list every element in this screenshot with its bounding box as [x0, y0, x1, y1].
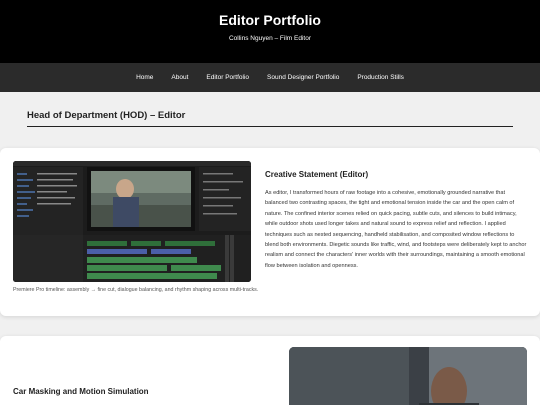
premiere-timeline-screenshot[interactable] [13, 161, 251, 282]
heading-divider [27, 126, 513, 127]
section-heading-wrap: Head of Department (HOD) – Editor [27, 110, 513, 127]
nav-editor-portfolio[interactable]: Editor Portfolio [197, 63, 258, 92]
section-heading: Head of Department (HOD) – Editor [27, 110, 186, 121]
creative-statement-title: Creative Statement (Editor) [265, 170, 369, 179]
site-header: Editor Portfolio Collins Nguyen – Film E… [0, 0, 540, 63]
site-title: Editor Portfolio [219, 12, 321, 28]
nav-home[interactable]: Home [127, 63, 162, 92]
car-masking-title: Car Masking and Motion Simulation [13, 387, 149, 396]
nav-sound-designer-portfolio[interactable]: Sound Designer Portfolio [258, 63, 348, 92]
car-interior-photo[interactable] [289, 347, 527, 405]
main-nav: Home About Editor Portfolio Sound Design… [0, 63, 540, 92]
creative-statement-body: As editor, I transformed hours of raw fo… [265, 190, 527, 269]
premiere-timeline-image [13, 161, 251, 282]
site-subtitle: Collins Nguyen – Film Editor [228, 35, 311, 42]
nav-about[interactable]: About [162, 63, 197, 92]
nav-production-stills[interactable]: Production Stills [348, 63, 413, 92]
creative-statement-card: Premiere Pro timeline: assembly → fine c… [0, 148, 540, 316]
timeline-caption: Premiere Pro timeline: assembly → fine c… [13, 287, 259, 293]
car-interior-image [289, 347, 527, 405]
car-masking-card: Car Masking and Motion Simulation [0, 336, 540, 405]
